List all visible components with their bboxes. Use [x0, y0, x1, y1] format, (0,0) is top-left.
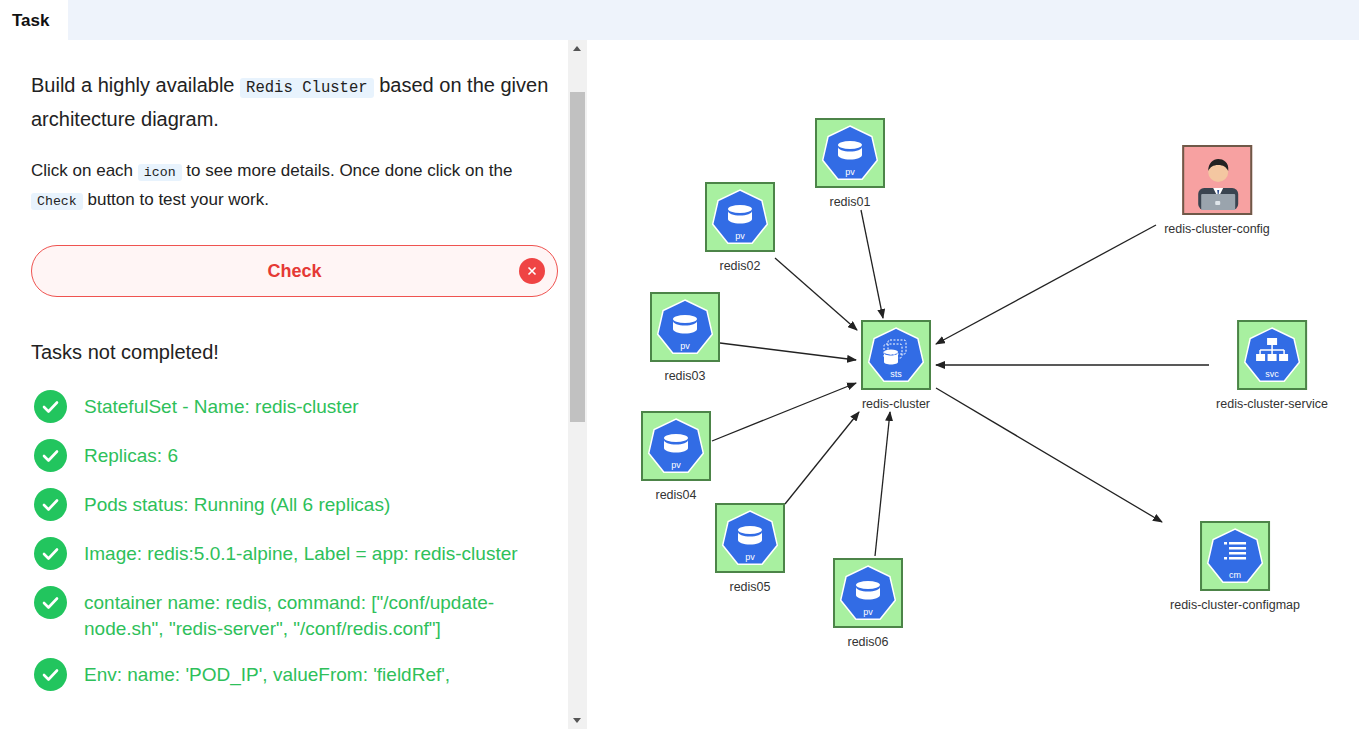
node-box[interactable]: pv	[705, 182, 775, 252]
close-icon	[519, 258, 545, 284]
node-label: redis-cluster	[862, 397, 930, 411]
user-icon	[1187, 150, 1247, 210]
check-icon	[34, 390, 67, 423]
diagram-node[interactable]: pv redis02	[705, 182, 775, 273]
task-item: Pods status: Running (All 6 replicas)	[34, 488, 558, 521]
node-label: redis03	[665, 369, 706, 383]
diagram-node[interactable]: cm redis-cluster-configmap	[1170, 521, 1300, 612]
node-badge: pv	[817, 167, 883, 177]
node-label: redis-cluster-configmap	[1170, 598, 1300, 612]
text-run: button to test your work.	[83, 190, 269, 209]
node-label: redis04	[656, 488, 697, 502]
diagram-node[interactable]: redis-cluster-config	[1164, 145, 1270, 236]
check-icon	[34, 439, 67, 472]
check-button[interactable]: Check	[31, 245, 558, 297]
edge-arrow	[720, 343, 856, 360]
node-badge: pv	[652, 341, 718, 351]
node-label: redis-cluster-config	[1164, 222, 1270, 236]
task-item: Env: name: 'POD_IP', valueFrom: 'fieldRe…	[34, 658, 558, 691]
task-text: StatefulSet - Name: redis-cluster	[84, 390, 359, 420]
node-badge: pv	[643, 460, 709, 470]
node-badge: pv	[707, 231, 773, 241]
text-run: Click on each	[31, 161, 138, 180]
tab-bar: Task	[0, 0, 1359, 40]
task-item: Image: redis:5.0.1-alpine, Label = app: …	[34, 537, 558, 570]
task-item: Replicas: 6	[34, 439, 558, 472]
edge-arrow	[712, 383, 856, 441]
node-label: redis02	[720, 259, 761, 273]
check-icon	[34, 586, 67, 619]
node-box[interactable]: svc	[1237, 320, 1307, 390]
result-text: Tasks not completed!	[31, 341, 558, 364]
diagram-node[interactable]: sts redis-cluster	[861, 320, 931, 411]
code-chip: Redis Cluster	[240, 78, 374, 98]
architecture-diagram: pv redis01 pv redis02 pv redis03 pv redis04 pv re…	[587, 40, 1359, 729]
check-icon	[34, 658, 67, 691]
node-label: redis01	[830, 195, 871, 209]
code-chip: Check	[31, 193, 83, 210]
edge-arrow	[875, 412, 890, 556]
edge-arrow	[936, 225, 1156, 344]
intro-text: Build a highly available Redis Cluster b…	[31, 70, 558, 135]
diagram-node[interactable]: pv redis04	[641, 411, 711, 502]
node-label: redis-cluster-service	[1216, 397, 1328, 411]
task-panel: Build a highly available Redis Cluster b…	[0, 40, 568, 729]
scroll-up-arrow[interactable]	[573, 46, 581, 51]
node-box[interactable]: pv	[815, 118, 885, 188]
node-box[interactable]: cm	[1200, 521, 1270, 591]
edge-arrow	[861, 210, 883, 318]
text-run: Build a highly available	[31, 74, 240, 96]
task-item: container name: redis, command: ["/conf/…	[34, 586, 558, 642]
node-badge: pv	[835, 607, 901, 617]
task-text: Image: redis:5.0.1-alpine, Label = app: …	[84, 537, 518, 567]
tab[interactable]: Task	[0, 0, 68, 40]
node-label: redis05	[730, 580, 771, 594]
text-run: to see more details. Once done click on …	[182, 161, 513, 180]
node-box[interactable]	[1182, 145, 1252, 215]
edge-arrow	[775, 258, 857, 330]
scroll-down-arrow[interactable]	[573, 718, 581, 723]
node-badge: svc	[1239, 369, 1305, 379]
scroll-thumb[interactable]	[570, 92, 585, 422]
node-label: redis06	[848, 635, 889, 649]
node-box[interactable]: pv	[715, 503, 785, 573]
diagram-node[interactable]: pv redis03	[650, 292, 720, 383]
diagram-node[interactable]: pv redis05	[715, 503, 785, 594]
node-box[interactable]: sts	[861, 320, 931, 390]
diagram-node[interactable]: pv redis06	[833, 558, 903, 649]
task-text: Replicas: 6	[84, 439, 178, 469]
diagram-node[interactable]: pv redis01	[815, 118, 885, 209]
diagram-node[interactable]: svc redis-cluster-service	[1216, 320, 1328, 411]
node-badge: pv	[717, 552, 783, 562]
code-chip: icon	[138, 164, 182, 181]
task-text: Env: name: 'POD_IP', valueFrom: 'fieldRe…	[84, 658, 450, 688]
node-box[interactable]: pv	[650, 292, 720, 362]
edge-arrow	[936, 364, 1209, 365]
node-badge: sts	[863, 369, 929, 379]
scrollbar[interactable]	[568, 40, 587, 729]
node-box[interactable]: pv	[833, 558, 903, 628]
node-badge: cm	[1202, 570, 1268, 580]
task-text: Pods status: Running (All 6 replicas)	[84, 488, 390, 518]
main-area: Build a highly available Redis Cluster b…	[0, 40, 1359, 729]
task-item: StatefulSet - Name: redis-cluster	[34, 390, 558, 423]
instructions-text: Click on each icon to see more details. …	[31, 157, 558, 215]
check-icon	[34, 537, 67, 570]
check-label: Check	[267, 261, 321, 282]
check-icon	[34, 488, 67, 521]
edge-arrow	[936, 388, 1162, 522]
task-text: container name: redis, command: ["/conf/…	[84, 586, 558, 642]
edge-arrow	[785, 412, 859, 504]
node-box[interactable]: pv	[641, 411, 711, 481]
